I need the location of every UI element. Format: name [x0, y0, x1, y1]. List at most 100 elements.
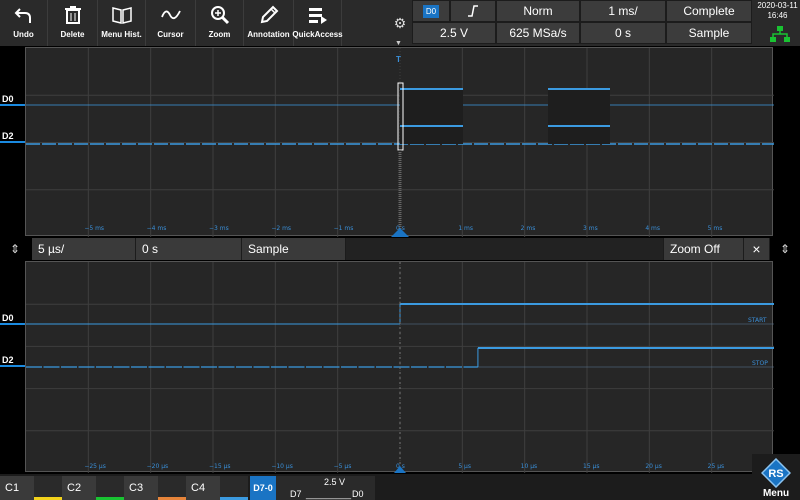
- channel-c2-label: C2: [62, 476, 96, 500]
- zoom-position-cell[interactable]: 0 s: [136, 238, 242, 260]
- top-tick-label: −4 ms: [147, 225, 167, 232]
- bottom-tick-label: 0 s: [396, 463, 405, 470]
- top-tick-label: 3 ms: [583, 225, 598, 232]
- channel-c1-button[interactable]: C1: [0, 476, 62, 500]
- trigger-marker: T: [396, 55, 401, 64]
- toolbar: Undo Delete Menu Hist. Cursor Zoom Annot…: [0, 0, 800, 47]
- zoom-button[interactable]: Zoom: [196, 0, 244, 46]
- bottom-tick-label: 5 µs: [458, 463, 471, 470]
- zoom-off-button[interactable]: Zoom Off: [664, 238, 744, 260]
- cursor-label: Cursor: [157, 30, 184, 39]
- bottom-tick-label: 10 µs: [521, 463, 538, 470]
- undo-label: Undo: [13, 30, 34, 39]
- undo-icon: [14, 8, 31, 23]
- book-icon: [111, 7, 132, 24]
- bottom-tick-label: 15 µs: [583, 463, 600, 470]
- digital-info: 2.5 V D7 _________ D0: [276, 476, 375, 500]
- bottom-tick-label: 25 µs: [708, 463, 725, 470]
- channel-c1-label: C1: [0, 476, 34, 500]
- annotation-label: Annotation: [247, 30, 290, 39]
- bottom-tick-label: −15 µs: [209, 463, 231, 470]
- overview-waveform: −5 ms −4 ms −3 ms −2 ms −1 ms 0 s 1 ms 2 ms 3 ms…: [26, 48, 774, 237]
- channel-c3-button[interactable]: C3: [124, 476, 186, 500]
- rising-edge-icon: [468, 5, 478, 17]
- trigger-mode-cell[interactable]: Norm: [496, 0, 580, 22]
- bottom-tick-label: −20 µs: [147, 463, 169, 470]
- zoom-timebase-cell[interactable]: 5 µs/: [32, 238, 136, 260]
- menu-label: Menu: [762, 488, 790, 499]
- trash-icon: [64, 6, 81, 24]
- stop-label: STOP: [752, 360, 768, 367]
- gear-icon: ⚙: [393, 14, 407, 31]
- quickaccess-icon: [308, 8, 327, 24]
- zoom-mode-cell[interactable]: Sample: [242, 238, 346, 260]
- annotation-button[interactable]: Annotation: [244, 0, 294, 46]
- quickaccess-button[interactable]: QuickAccess: [292, 0, 343, 46]
- top-tick-label: 1 ms: [458, 225, 473, 232]
- top-tick-label: 0 s: [396, 225, 405, 232]
- zoom-bar: ⇕ 5 µs/ 0 s Sample Zoom Off × ⇕: [0, 238, 800, 260]
- top-tick-label: 2 ms: [521, 225, 536, 232]
- bottom-tick-label: −25 µs: [84, 463, 106, 470]
- start-label: START: [748, 317, 767, 324]
- channel-c3-label: C3: [124, 476, 158, 500]
- top-tick-label: −5 ms: [84, 225, 104, 232]
- expand-down-icon: ▼: [395, 40, 402, 47]
- date-text: 2020-03-11: [757, 1, 798, 10]
- digital-channel-label: D7-0: [250, 476, 276, 500]
- top-d2-label[interactable]: D2: [0, 131, 25, 143]
- top-tick-label: −2 ms: [271, 225, 291, 232]
- cursor-wave-icon: [160, 10, 181, 20]
- digital-bits-left: D7: [290, 489, 302, 499]
- digital-bits-pattern: _________: [306, 489, 352, 499]
- bottom-d0-label[interactable]: D0: [0, 313, 25, 325]
- timebase-cell[interactable]: 1 ms/: [580, 0, 666, 22]
- pen-icon: [260, 5, 278, 24]
- bottom-tick-label: −5 µs: [334, 463, 352, 470]
- time-text: 16:46: [767, 11, 788, 20]
- bottom-d2-label[interactable]: D2: [0, 355, 25, 367]
- digital-level: 2.5 V: [324, 477, 346, 487]
- acq-state-cell[interactable]: Complete: [666, 0, 752, 22]
- zoom-updown-right-icon[interactable]: ⇕: [775, 238, 795, 260]
- position-cell[interactable]: 0 s: [580, 22, 666, 44]
- zoom-waveform-panel[interactable]: START STOP −25 µs −20 µs −15 µs −10 µs −5 µs 0 …: [25, 261, 774, 473]
- top-tick-label: −1 ms: [334, 225, 354, 232]
- channel-c4-label: C4: [186, 476, 220, 500]
- delete-button[interactable]: Delete: [48, 0, 98, 46]
- overview-waveform-panel[interactable]: −5 ms −4 ms −3 ms −2 ms −1 ms 0 s 1 ms 2 ms 3 ms…: [25, 47, 774, 237]
- trigger-level-cell[interactable]: 2.5 V: [412, 22, 496, 44]
- top-tick-label: −3 ms: [209, 225, 229, 232]
- zoom-waveform: START STOP −25 µs −20 µs −15 µs −10 µs −5 µs 0 …: [26, 262, 774, 473]
- svg-text:RS: RS: [768, 468, 783, 480]
- channel-c4-button[interactable]: C4: [186, 476, 248, 500]
- undo-button[interactable]: Undo: [0, 0, 48, 46]
- top-tick-label: 4 ms: [645, 225, 660, 232]
- channel-bar: C1 C2 C3 C4 D7-0 2.5 V D7 _________ D0: [0, 474, 800, 500]
- digital-bits-right: D0: [352, 489, 364, 499]
- zoom-icon: [210, 6, 229, 25]
- zoom-updown-left-icon[interactable]: ⇕: [5, 238, 25, 260]
- menu-history-label: Menu Hist.: [101, 30, 142, 39]
- rs-logo-icon: RS: [761, 458, 791, 488]
- top-d0-label[interactable]: D0: [0, 94, 25, 106]
- cursor-button[interactable]: Cursor: [146, 0, 196, 46]
- pulse-shade: [400, 89, 463, 144]
- bottom-tick-label: 20 µs: [645, 463, 662, 470]
- zoom-close-button[interactable]: ×: [744, 238, 770, 260]
- digital-channel-button[interactable]: D7-0 2.5 V D7 _________ D0: [250, 476, 375, 500]
- network-icon[interactable]: [769, 25, 791, 43]
- bottom-tick-label: −10 µs: [271, 463, 293, 470]
- acq-mode-cell[interactable]: Sample: [666, 22, 752, 44]
- delete-label: Delete: [60, 30, 85, 39]
- menu-history-button[interactable]: Menu Hist.: [98, 0, 146, 46]
- trigger-slope-cell[interactable]: [450, 0, 496, 22]
- trigger-source-cell[interactable]: D0: [412, 0, 450, 22]
- sample-rate-cell[interactable]: 625 MSa/s: [496, 22, 580, 44]
- zoom-blank-cell: [346, 238, 664, 260]
- menu-button[interactable]: RS Menu: [752, 454, 800, 500]
- quickaccess-label: QuickAccess: [292, 30, 343, 39]
- trigger-source-badge: D0: [423, 4, 439, 18]
- channel-c2-button[interactable]: C2: [62, 476, 124, 500]
- pulse-shade: [548, 89, 610, 144]
